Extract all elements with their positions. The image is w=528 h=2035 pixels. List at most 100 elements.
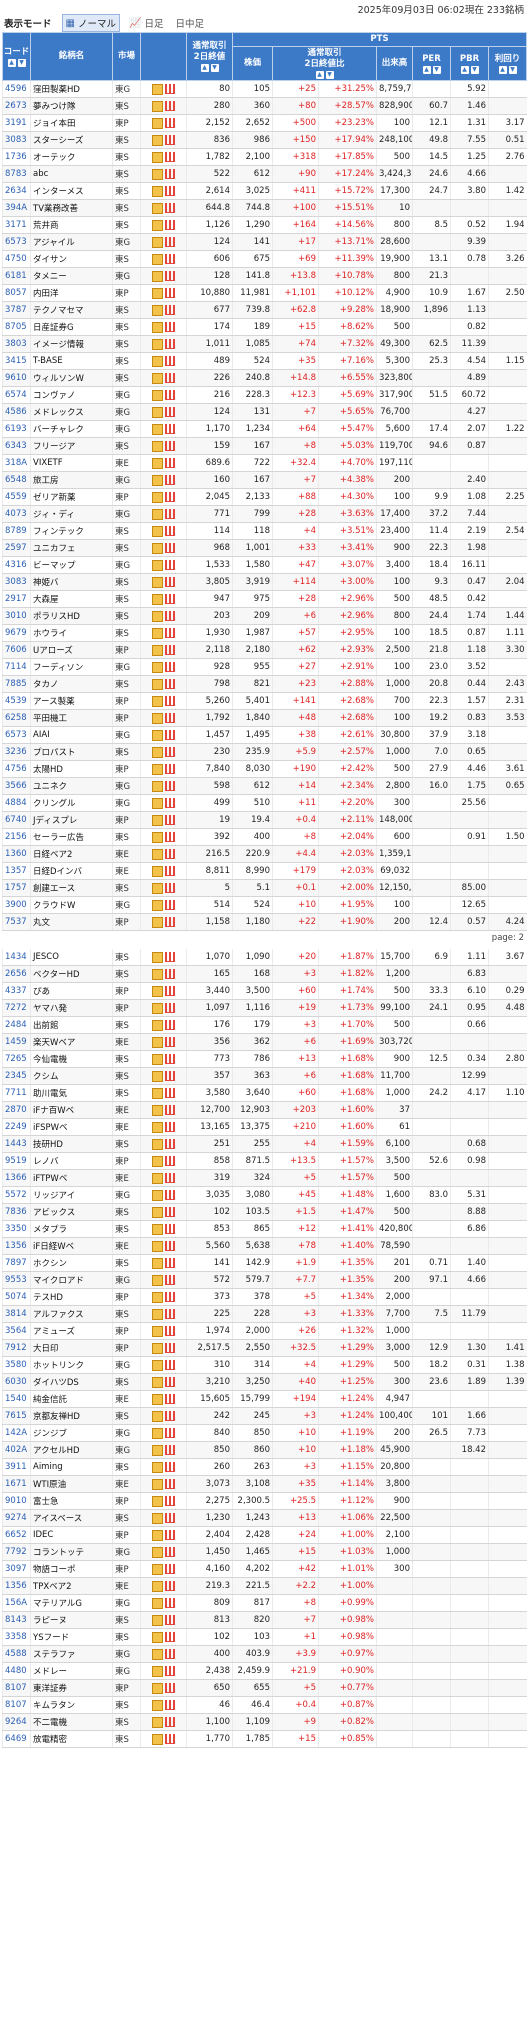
stock-code-link[interactable]: 7537: [2, 913, 31, 931]
stock-code-link[interactable]: 3171: [2, 216, 31, 234]
chart-icon[interactable]: [165, 1122, 175, 1132]
news-icon[interactable]: [152, 440, 163, 452]
stock-name-link[interactable]: 丸文: [30, 913, 113, 931]
chart-icon[interactable]: [165, 1717, 175, 1727]
stock-code-link[interactable]: 394A: [2, 199, 31, 217]
news-icon[interactable]: [152, 389, 163, 401]
stock-code-link[interactable]: 9553: [2, 1271, 31, 1289]
chart-icon[interactable]: [165, 203, 175, 213]
chart-icon[interactable]: [165, 441, 175, 451]
chart-icon[interactable]: [165, 152, 175, 162]
stock-code-link[interactable]: 8143: [2, 1611, 31, 1629]
stock-name-link[interactable]: ユニカフェ: [30, 539, 113, 557]
stock-code-link[interactable]: 2345: [2, 1067, 31, 1085]
stock-code-link[interactable]: 9610: [2, 369, 31, 387]
sort-desc-icon[interactable]: ▼: [432, 65, 441, 74]
table-row[interactable]: 2156 セーラー広告 東S 392 400 +8 +2.04% 600 0.91 1.50: [2, 828, 527, 846]
stock-name-link[interactable]: abc: [30, 165, 113, 183]
stock-code-link[interactable]: 3097: [2, 1560, 31, 1578]
stock-name-link[interactable]: ジィ・ディ: [30, 505, 113, 523]
news-icon[interactable]: [152, 1512, 163, 1524]
news-icon[interactable]: [152, 304, 163, 316]
stock-name-link[interactable]: クラウドW: [30, 896, 113, 914]
stock-code-link[interactable]: 3911: [2, 1458, 31, 1476]
stock-code-link[interactable]: 8705: [2, 318, 31, 336]
table-row[interactable]: 142A ジンジブ 東G 840 850 +10 +1.19% 200 26.5 7.73: [2, 1424, 527, 1442]
stock-code-link[interactable]: 1356: [2, 1577, 31, 1595]
stock-name-link[interactable]: キムラタン: [30, 1696, 113, 1714]
chart-icon[interactable]: [165, 492, 175, 502]
stock-code-link[interactable]: 6469: [2, 1730, 31, 1748]
chart-icon[interactable]: [165, 594, 175, 604]
table-row[interactable]: 9274 アイスベース 東S 1,230 1,243 +13 +1.06% 22,500: [2, 1509, 527, 1527]
stock-name-link[interactable]: 京都友禅HD: [30, 1407, 113, 1425]
stock-name-link[interactable]: アジャイル: [30, 233, 113, 251]
stock-code-link[interactable]: 1757: [2, 879, 31, 897]
table-row[interactable]: 3350 メタプラ 東S 853 865 +12 +1.41% 420,800 6.86: [2, 1220, 527, 1238]
sort-asc-icon[interactable]: ▲: [460, 65, 469, 74]
news-icon[interactable]: [152, 1325, 163, 1337]
news-icon[interactable]: [152, 542, 163, 554]
news-icon[interactable]: [152, 1580, 163, 1592]
stock-name-link[interactable]: 窪田製薬HD: [30, 80, 113, 98]
table-row[interactable]: 3083 スターシーズ 東S 836 986 +150 +17.94% 248,100 49.8…: [2, 131, 527, 149]
table-row[interactable]: 3566 ユニネク 東G 598 612 +14 +2.34% 2,800 16.0 1.75 0.…: [2, 777, 527, 795]
news-icon[interactable]: [152, 1002, 163, 1014]
chart-icon[interactable]: [165, 475, 175, 485]
chart-icon[interactable]: [165, 832, 175, 842]
news-icon[interactable]: [152, 1563, 163, 1575]
table-row[interactable]: 4586 メドレックス 東G 124 131 +7 +5.65% 76,700 4.27: [2, 403, 527, 421]
col-pbr-header[interactable]: PBR ▲ ▼: [450, 46, 489, 81]
chart-icon[interactable]: [165, 611, 175, 621]
chart-icon[interactable]: [165, 900, 175, 910]
stock-name-link[interactable]: ジョイ本田: [30, 114, 113, 132]
table-row[interactable]: 402A アクセルHD 東G 850 860 +10 +1.18% 45,900 18.42: [2, 1441, 527, 1459]
chart-icon[interactable]: [165, 1564, 175, 1574]
news-icon[interactable]: [152, 1631, 163, 1643]
table-row[interactable]: 3564 アミューズ 東P 1,974 2,000 +26 +1.32% 1,000: [2, 1322, 527, 1340]
table-row[interactable]: 9679 ホウライ 東S 1,930 1,987 +57 +2.95% 100 18.5 0.87…: [2, 624, 527, 642]
stock-code-link[interactable]: 4596: [2, 80, 31, 98]
table-row[interactable]: 9010 富士急 東P 2,275 2,300.5 +25.5 +1.12% 900: [2, 1492, 527, 1510]
stock-code-link[interactable]: 1356: [2, 1237, 31, 1255]
table-row[interactable]: 2656 ベクターHD 東S 165 168 +3 +1.82% 1,200 6.83: [2, 965, 527, 983]
chart-icon[interactable]: [165, 764, 175, 774]
table-row[interactable]: 1540 純金信託 東E 15,605 15,799 +194 +1.24% 4,947: [2, 1390, 527, 1408]
news-icon[interactable]: [152, 1121, 163, 1133]
table-row[interactable]: 3814 アルファクス 東S 225 228 +3 +1.33% 7,700 7.5 11.79: [2, 1305, 527, 1323]
stock-code-link[interactable]: 9264: [2, 1713, 31, 1731]
chart-icon[interactable]: [165, 1173, 175, 1183]
table-row[interactable]: 4756 太陽HD 東P 7,840 8,030 +190 +2.42% 500 27.9 4.4…: [2, 760, 527, 778]
stock-name-link[interactable]: ヤマハ発: [30, 999, 113, 1017]
stock-name-link[interactable]: クリングル: [30, 794, 113, 812]
stock-name-link[interactable]: アクセルHD: [30, 1441, 113, 1459]
sort-asc-icon[interactable]: ▲: [315, 71, 324, 79]
stock-name-link[interactable]: ダイハツDS: [30, 1373, 113, 1391]
stock-name-link[interactable]: メドレックス: [30, 403, 113, 421]
stock-name-link[interactable]: バーチャレク: [30, 420, 113, 438]
stock-code-link[interactable]: 7792: [2, 1543, 31, 1561]
table-row[interactable]: 8783abc東S 522612+90+17.24%3,424,30024.64.…: [2, 165, 527, 183]
table-row[interactable]: 7885 タカノ 東S 798 821 +23 +2.88% 1,000 20.8 0.44 2.4…: [2, 675, 527, 693]
chart-icon[interactable]: [165, 1360, 175, 1370]
chart-icon[interactable]: [165, 220, 175, 230]
news-icon[interactable]: [152, 865, 163, 877]
news-icon[interactable]: [152, 270, 163, 282]
stock-code-link[interactable]: 5572: [2, 1186, 31, 1204]
table-row[interactable]: 1671 WTI原油 東E 3,073 3,108 +35 +1.14% 3,800: [2, 1475, 527, 1493]
stock-code-link[interactable]: 4316: [2, 556, 31, 574]
chart-icon[interactable]: [165, 798, 175, 808]
stock-name-link[interactable]: 放電精密: [30, 1730, 113, 1748]
stock-code-link[interactable]: 6548: [2, 471, 31, 489]
news-icon[interactable]: [152, 1444, 163, 1456]
table-row[interactable]: 7792 コラントッテ 東G 1,450 1,465 +15 +1.03% 1,000: [2, 1543, 527, 1561]
stock-code-link[interactable]: 4337: [2, 982, 31, 1000]
stock-code-link[interactable]: 1459: [2, 1033, 31, 1051]
table-row[interactable]: 1736 オーテック 東S 1,782 2,100 +318 +17.85% 500 14.5 1…: [2, 148, 527, 166]
table-row[interactable]: 1356 iF日経Wベ 東E 5,560 5,638 +78 +1.40% 78,590: [2, 1237, 527, 1255]
stock-code-link[interactable]: 3566: [2, 777, 31, 795]
news-icon[interactable]: [152, 1104, 163, 1116]
stock-name-link[interactable]: スターシーズ: [30, 131, 113, 149]
table-row[interactable]: 3010 ポラリスHD 東S 203 209 +6 +2.96% 800 24.4 1.74 1.4…: [2, 607, 527, 625]
chart-icon[interactable]: [165, 101, 175, 111]
